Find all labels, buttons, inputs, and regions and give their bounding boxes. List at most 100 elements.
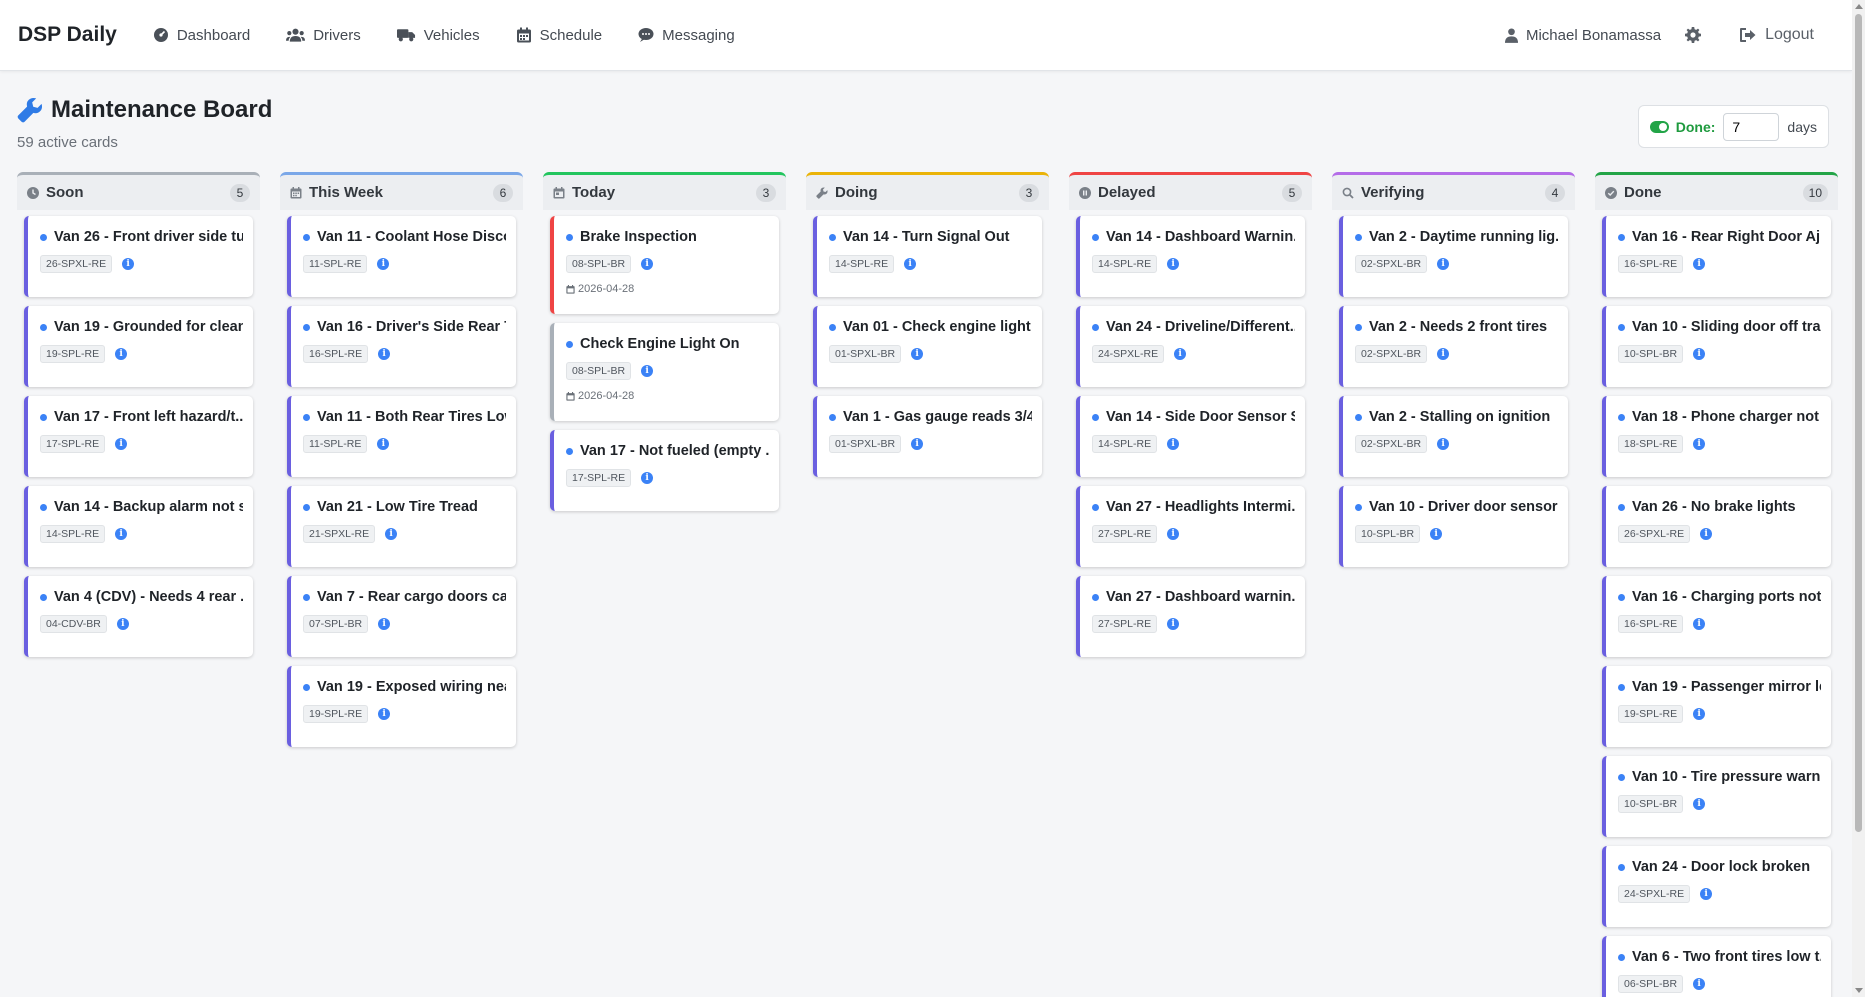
info-icon[interactable]: i xyxy=(115,348,128,360)
vehicle-tag: 16-SPL-RE xyxy=(1618,615,1684,633)
maintenance-card[interactable]: Van 10 - Driver door sensor ... 10-SPL-BR… xyxy=(1339,486,1568,567)
info-icon[interactable]: i xyxy=(641,365,654,377)
maintenance-card[interactable]: Van 27 - Dashboard warnin... 27-SPL-RE i xyxy=(1076,576,1305,657)
status-dot xyxy=(566,233,573,241)
maintenance-card[interactable]: Van 26 - Front driver side tu... 26-SPXL-… xyxy=(24,216,253,297)
maintenance-card[interactable]: Van 19 - Exposed wiring nea... 19-SPL-RE i xyxy=(287,666,516,747)
info-icon[interactable]: i xyxy=(1693,978,1706,990)
card-title-text: Van 17 - Not fueled (empty ... xyxy=(580,443,769,459)
maintenance-card[interactable]: Van 17 - Not fueled (empty ... 17-SPL-RE i xyxy=(550,430,779,511)
card-title-text: Van 7 - Rear cargo doors ca... xyxy=(317,589,506,605)
info-icon[interactable]: i xyxy=(122,258,135,270)
info-icon[interactable]: i xyxy=(378,348,391,360)
status-dot xyxy=(303,233,310,241)
maintenance-card[interactable]: Van 24 - Door lock broken 24-SPXL-RE i xyxy=(1602,846,1831,927)
maintenance-card[interactable]: Van 14 - Turn Signal Out 14-SPL-RE i xyxy=(813,216,1042,297)
maintenance-card[interactable]: Van 14 - Side Door Sensor S... 14-SPL-RE i xyxy=(1076,396,1305,477)
info-icon[interactable]: i xyxy=(1174,348,1187,360)
maintenance-card[interactable]: Van 16 - Charging ports not... 16-SPL-RE i xyxy=(1602,576,1831,657)
info-icon[interactable]: i xyxy=(378,708,391,720)
nav-messaging[interactable]: Messaging xyxy=(638,27,735,44)
info-icon[interactable]: i xyxy=(1693,348,1706,360)
vehicle-tag: 19-SPL-RE xyxy=(1618,705,1684,723)
brand-logo[interactable]: DSP Daily xyxy=(18,23,117,47)
info-icon[interactable]: i xyxy=(1693,798,1706,810)
done-days-input[interactable] xyxy=(1723,112,1780,141)
info-icon[interactable]: i xyxy=(377,258,390,270)
maintenance-card[interactable]: Van 4 (CDV) - Needs 4 rear ... 04-CDV-BR i xyxy=(24,576,253,657)
maintenance-card[interactable]: Van 11 - Coolant Hose Disco... 11-SPL-RE i xyxy=(287,216,516,297)
maintenance-card[interactable]: Van 2 - Needs 2 front tires 02-SPXL-BR i xyxy=(1339,306,1568,387)
info-icon[interactable]: i xyxy=(1700,888,1713,900)
settings-button[interactable] xyxy=(1685,27,1702,43)
info-icon[interactable]: i xyxy=(911,438,924,450)
card-meta: 17-SPL-RE i xyxy=(566,469,769,487)
nav-vehicles[interactable]: Vehicles xyxy=(396,27,480,44)
maintenance-card[interactable]: Brake Inspection 08-SPL-BR i 2026-04-28 xyxy=(550,216,779,314)
status-dot xyxy=(1355,413,1362,421)
info-icon[interactable]: i xyxy=(1167,438,1180,450)
info-icon[interactable]: i xyxy=(1437,348,1450,360)
maintenance-card[interactable]: Van 10 - Tire pressure warni... 10-SPL-BR… xyxy=(1602,756,1831,837)
scrollbar-thumb[interactable] xyxy=(1855,14,1862,832)
maintenance-card[interactable]: Van 27 - Headlights Intermi... 27-SPL-RE i xyxy=(1076,486,1305,567)
maintenance-card[interactable]: Van 16 - Driver's Side Rear T... 16-SPL-R… xyxy=(287,306,516,387)
maintenance-card[interactable]: Van 24 - Driveline/Different... 24-SPXL-R… xyxy=(1076,306,1305,387)
info-icon[interactable]: i xyxy=(1693,618,1706,630)
info-icon[interactable]: i xyxy=(378,618,391,630)
maintenance-card[interactable]: Van 17 - Front left hazard/t... 17-SPL-RE… xyxy=(24,396,253,477)
card-meta: 02-SPXL-BR i xyxy=(1355,345,1558,363)
info-icon[interactable]: i xyxy=(1693,438,1706,450)
scroll-down-arrow[interactable] xyxy=(1855,988,1863,993)
maintenance-card[interactable]: Van 19 - Grounded for clean... 19-SPL-RE i xyxy=(24,306,253,387)
maintenance-card[interactable]: Van 10 - Sliding door off tra... 10-SPL-B… xyxy=(1602,306,1831,387)
info-icon[interactable]: i xyxy=(1700,528,1713,540)
maintenance-card[interactable]: Van 16 - Rear Right Door Aj... 16-SPL-RE i xyxy=(1602,216,1831,297)
maintenance-card[interactable]: Van 14 - Backup alarm not s... 14-SPL-RE i xyxy=(24,486,253,567)
info-icon[interactable]: i xyxy=(1693,258,1706,270)
nav-messaging-label: Messaging xyxy=(662,26,735,44)
info-icon[interactable]: i xyxy=(641,472,654,484)
nav-dashboard[interactable]: Dashboard xyxy=(153,27,250,44)
info-icon[interactable]: i xyxy=(1693,708,1706,720)
info-icon[interactable]: i xyxy=(641,258,654,270)
logout-button[interactable]: Logout xyxy=(1739,26,1814,44)
info-icon[interactable]: i xyxy=(1167,258,1180,270)
maintenance-card[interactable]: Van 11 - Both Rear Tires Low... 11-SPL-RE… xyxy=(287,396,516,477)
info-icon[interactable]: i xyxy=(115,528,128,540)
maintenance-card[interactable]: Van 14 - Dashboard Warnin... 14-SPL-RE i xyxy=(1076,216,1305,297)
maintenance-card[interactable]: Van 2 - Stalling on ignition 02-SPXL-BR i xyxy=(1339,396,1568,477)
maintenance-card[interactable]: Van 19 - Passenger mirror le... 19-SPL-RE… xyxy=(1602,666,1831,747)
info-icon[interactable]: i xyxy=(1167,528,1180,540)
user-menu[interactable]: Michael Bonamassa xyxy=(1504,27,1661,44)
info-icon[interactable]: i xyxy=(1437,258,1450,270)
card-title-text: Van 16 - Rear Right Door Aj... xyxy=(1632,229,1821,245)
maintenance-card[interactable]: Van 26 - No brake lights 26-SPXL-RE i xyxy=(1602,486,1831,567)
info-icon[interactable]: i xyxy=(377,438,390,450)
done-toggle[interactable] xyxy=(1650,120,1669,133)
info-icon[interactable]: i xyxy=(1167,618,1180,630)
info-icon[interactable]: i xyxy=(385,528,398,540)
page-scrollbar[interactable] xyxy=(1852,0,1865,997)
info-icon[interactable]: i xyxy=(115,438,128,450)
maintenance-card[interactable]: Van 18 - Phone charger not ... 18-SPL-RE i xyxy=(1602,396,1831,477)
vehicle-tag: 11-SPL-RE xyxy=(303,255,368,273)
maintenance-card[interactable]: Van 6 - Two front tires low t... 06-SPL-B… xyxy=(1602,936,1831,997)
maintenance-card[interactable]: Check Engine Light On 08-SPL-BR i 2026-04-2… xyxy=(550,323,779,421)
maintenance-card[interactable]: Van 1 - Gas gauge reads 3/4... 01-SPXL-BR… xyxy=(813,396,1042,477)
info-icon[interactable]: i xyxy=(1437,438,1450,450)
card-title: Van 27 - Headlights Intermi... xyxy=(1092,499,1295,515)
info-icon[interactable]: i xyxy=(904,258,917,270)
nav-drivers[interactable]: Drivers xyxy=(286,27,361,44)
info-icon[interactable]: i xyxy=(911,348,924,360)
maintenance-card[interactable]: Van 2 - Daytime running lig... 02-SPXL-BR… xyxy=(1339,216,1568,297)
maintenance-card[interactable]: Van 7 - Rear cargo doors ca... 07-SPL-BR i xyxy=(287,576,516,657)
card-title-text: Van 2 - Stalling on ignition xyxy=(1369,409,1551,425)
nav-schedule[interactable]: Schedule xyxy=(516,27,602,44)
scroll-up-arrow[interactable] xyxy=(1855,4,1863,9)
maintenance-card[interactable]: Van 01 - Check engine light ... 01-SPXL-B… xyxy=(813,306,1042,387)
info-icon[interactable]: i xyxy=(1430,528,1443,540)
status-dot xyxy=(40,503,47,511)
info-icon[interactable]: i xyxy=(116,618,129,630)
maintenance-card[interactable]: Van 21 - Low Tire Tread 21-SPXL-RE i xyxy=(287,486,516,567)
